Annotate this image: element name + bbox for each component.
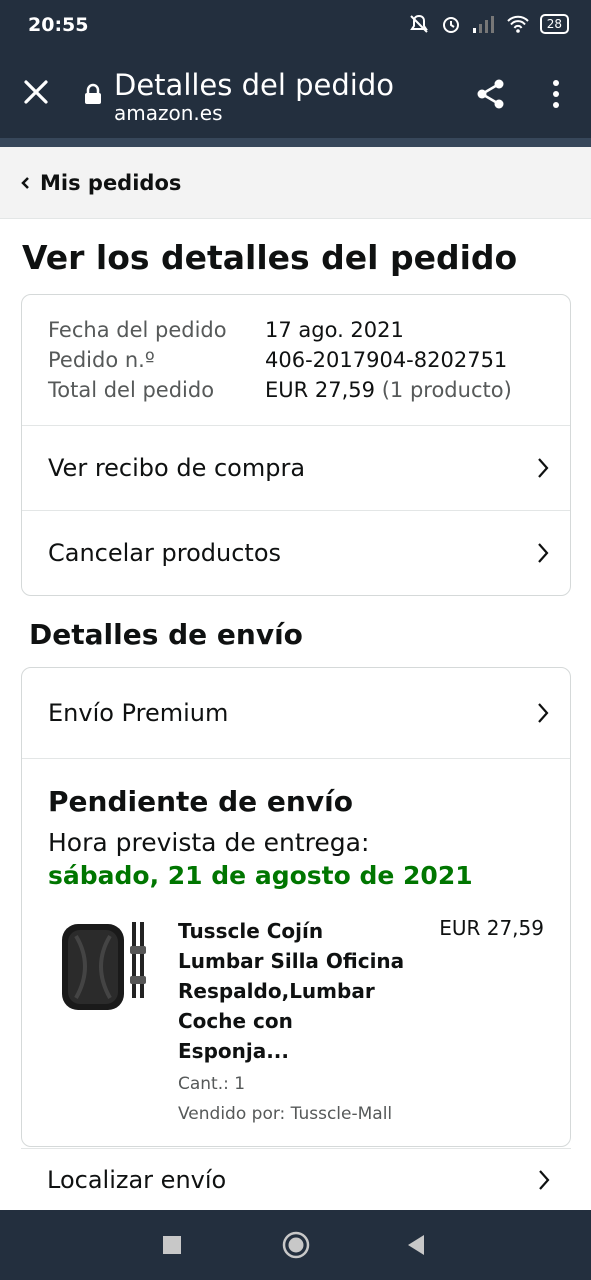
order-total-label: Total del pedido: [48, 378, 215, 402]
shipping-method-row[interactable]: Envío Premium: [22, 668, 570, 759]
signal-icon: [472, 16, 494, 33]
order-summary-rows: Fecha del pedido 17 ago. 2021 Pedido n.º…: [22, 295, 570, 426]
eta-date: sábado, 21 de agosto de 2021: [48, 861, 473, 890]
item-info: Tusscle Cojín Lumbar Silla Oficina Respa…: [178, 916, 408, 1126]
order-number-label: Pedido n.º: [48, 348, 155, 372]
system-nav-bar: [0, 1210, 591, 1280]
shipping-method-label: Envío Premium: [48, 699, 229, 727]
item-seller: Vendido por: Tusscle-Mall: [178, 1104, 393, 1124]
battery-indicator: 28: [539, 14, 569, 34]
shipment-status: Pendiente de envío: [48, 785, 353, 818]
item-name-link[interactable]: Tusscle Cojín Lumbar Silla Oficina Respa…: [178, 916, 408, 1066]
shipping-card: Envío Premium Pendiente de envío Hora pr…: [21, 667, 571, 1147]
lock-icon: [85, 83, 101, 104]
alarm-icon: [442, 17, 459, 33]
status-icons: 28: [408, 13, 569, 35]
back-to-orders-link[interactable]: Mis pedidos: [20, 171, 181, 195]
view-receipt-row[interactable]: Ver recibo de compra: [22, 426, 570, 511]
page-title: Ver los detalles del pedido: [22, 238, 518, 277]
status-time: 20:55: [28, 14, 89, 36]
order-date-label: Fecha del pedido: [48, 318, 227, 342]
view-receipt-label: Ver recibo de compra: [48, 454, 306, 482]
cancel-products-label: Cancelar productos: [48, 539, 282, 567]
wifi-icon: [507, 15, 529, 33]
browser-url: amazon.es: [114, 101, 223, 125]
chevron-right-icon: [538, 543, 549, 563]
chevron-left-icon: [21, 177, 29, 189]
order-date-value: 17 ago. 2021: [265, 318, 404, 342]
order-date-row: Fecha del pedido 17 ago. 2021: [48, 315, 544, 345]
share-icon[interactable]: [475, 78, 507, 110]
recents-icon[interactable]: [163, 1236, 181, 1254]
order-total-row: Total del pedido EUR 27,59 (1 producto): [48, 375, 544, 405]
item-quantity: Cant.: 1: [178, 1074, 246, 1094]
order-total-amount: EUR 27,59: [265, 378, 376, 402]
status-bar: 20:55 28: [0, 0, 591, 52]
chevron-right-icon: [539, 1170, 550, 1190]
home-icon[interactable]: [282, 1231, 310, 1259]
order-number-row: Pedido n.º 406-2017904-8202751: [48, 345, 544, 375]
cancel-products-row[interactable]: Cancelar productos: [22, 511, 570, 595]
chevron-right-icon: [538, 458, 549, 478]
eta-label: Hora prevista de entrega:: [48, 828, 370, 857]
chevron-right-icon: [538, 703, 549, 723]
shipping-heading: Detalles de envío: [29, 618, 303, 651]
header-divider: [0, 138, 591, 147]
order-total-value: EUR 27,59 (1 producto): [265, 375, 512, 405]
close-icon[interactable]: [20, 76, 52, 108]
order-total-count: (1 producto): [381, 378, 512, 402]
order-item: Tusscle Cojín Lumbar Silla Oficina Respa…: [48, 916, 544, 1126]
breadcrumb: Mis pedidos: [0, 147, 591, 219]
browser-title: Detalles del pedido: [114, 68, 394, 102]
shipment-section: Pendiente de envío Hora prevista de entr…: [22, 759, 570, 1146]
product-thumbnail[interactable]: [54, 916, 154, 1016]
order-summary-card: Fecha del pedido 17 ago. 2021 Pedido n.º…: [21, 294, 571, 596]
back-icon[interactable]: [406, 1234, 426, 1256]
item-price: EUR 27,59: [439, 916, 544, 940]
track-shipment-label: Localizar envío: [47, 1166, 227, 1194]
breadcrumb-label: Mis pedidos: [40, 171, 182, 195]
more-options-icon[interactable]: [546, 78, 566, 110]
track-shipment-row[interactable]: Localizar envío: [21, 1148, 571, 1211]
mute-icon: [409, 14, 428, 33]
order-number-value: 406-2017904-8202751: [265, 348, 508, 372]
